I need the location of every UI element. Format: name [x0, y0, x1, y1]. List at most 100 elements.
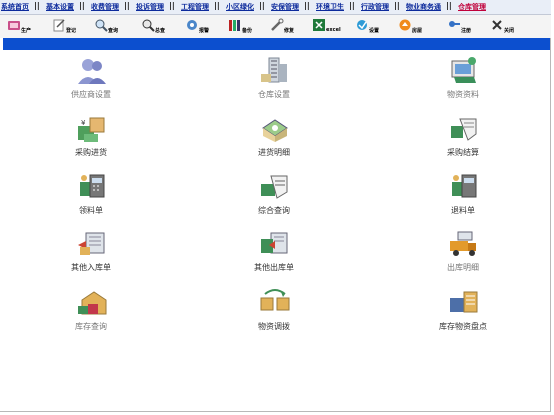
- module-label: 领料单: [79, 206, 103, 215]
- nav-separator: ||: [349, 1, 355, 10]
- house-icon: [398, 17, 412, 31]
- module-return-material[interactable]: 退料单: [418, 172, 508, 220]
- stocktake-icon: [448, 288, 480, 318]
- toolbar-button-11[interactable]: 注册: [447, 17, 483, 37]
- module-inventory-query[interactable]: 库存查询: [46, 288, 136, 336]
- toolbar-button-10[interactable]: 房屋: [398, 17, 434, 37]
- nav-item-11[interactable]: 仓库管理: [458, 2, 486, 12]
- nav-separator: ||: [446, 1, 452, 10]
- title-bar-strip: [3, 38, 550, 50]
- other-outbound-icon: [259, 229, 291, 259]
- toolbar-button-9[interactable]: 设置: [355, 17, 391, 37]
- toolbar-button-8[interactable]: excel: [312, 17, 348, 37]
- nav-item-7[interactable]: 安保管理: [271, 2, 299, 12]
- toolbar-button-label: 报警: [199, 28, 210, 34]
- module-purchase-settle[interactable]: 采购结算: [418, 114, 508, 162]
- toolbar-button-label: 查询: [108, 28, 119, 34]
- toolbar-button-3[interactable]: 查询: [94, 17, 130, 37]
- svg-text:¥: ¥: [81, 119, 86, 127]
- toolbar-button-label: 关闭: [504, 28, 515, 34]
- inventory-query-icon: [76, 288, 108, 318]
- nav-separator: ||: [79, 1, 85, 10]
- module-materials-folder[interactable]: 物资资料: [418, 56, 508, 104]
- toolbar-button-label: excel: [326, 27, 341, 33]
- outbound-detail-truck-icon: [448, 229, 480, 259]
- nav-separator: ||: [169, 1, 175, 10]
- module-stocktake[interactable]: 库存物资盘点: [418, 288, 508, 336]
- toolbar-button-label: 设置: [369, 28, 380, 34]
- module-label: 其他入库单: [71, 263, 111, 272]
- nav-separator: ||: [34, 1, 40, 10]
- toolbar-button-label: 修复: [284, 28, 295, 34]
- nav-item-10[interactable]: 物业商务通: [406, 2, 441, 12]
- module-warehouse-building[interactable]: 仓库设置: [229, 56, 319, 104]
- toolbar-button-5[interactable]: 报警: [185, 17, 221, 37]
- module-label: 采购结算: [447, 148, 479, 157]
- production-icon: [7, 17, 21, 31]
- module-combined-query[interactable]: 综合查询: [229, 172, 319, 220]
- nav-item-3[interactable]: 收费管理: [91, 2, 119, 12]
- module-label: 库存物资盘点: [439, 322, 487, 331]
- toolbar: 生产 登记 查询 总查 报警 备份 修复 excel 设置 房屋 注册 关闭: [0, 15, 551, 38]
- toolbar-button-label: 备份: [242, 28, 253, 34]
- nav-separator: ||: [259, 1, 265, 10]
- module-label: 其他出库单: [254, 263, 294, 272]
- toolbar-button-label: 总查: [155, 28, 166, 34]
- return-material-icon: [448, 172, 480, 202]
- module-other-outbound[interactable]: 其他出库单: [229, 229, 319, 277]
- module-label: 采购进货: [75, 148, 107, 157]
- nav-item-6[interactable]: 小区绿化: [226, 2, 254, 12]
- supplier-users-icon: [76, 56, 108, 86]
- module-requisition[interactable]: 领料单: [46, 172, 136, 220]
- module-label: 物资资料: [447, 90, 479, 99]
- nav-item-4[interactable]: 投诉管理: [136, 2, 164, 12]
- toolbar-button-2[interactable]: 登记: [52, 17, 88, 37]
- toolbar-button-7[interactable]: 修复: [270, 17, 306, 37]
- global-search-icon: [141, 17, 155, 32]
- nav-separator: ||: [394, 1, 400, 10]
- purchase-detail-icon: [259, 114, 291, 144]
- settings-icon: [355, 17, 369, 31]
- close-icon: [490, 17, 504, 31]
- register-icon: [52, 17, 66, 32]
- purchase-goods-icon: ¥: [76, 114, 108, 144]
- warehouse-building-icon: [259, 56, 291, 86]
- toolbar-button-6[interactable]: 备份: [228, 17, 264, 37]
- query-icon: [94, 17, 108, 32]
- toolbar-button-label: 房屋: [412, 28, 423, 34]
- combined-query-icon: [259, 172, 291, 202]
- top-navigation: 系统首页 基本设置 收费管理 投诉管理 工程管理 小区绿化 安保管理 环境卫生 行政管理 物业商务…: [0, 0, 551, 15]
- nav-item-2[interactable]: 基本设置: [46, 2, 74, 12]
- nav-separator: ||: [214, 1, 220, 10]
- module-outbound-detail-truck[interactable]: 出库明细: [418, 229, 508, 277]
- excel-icon: [312, 17, 326, 31]
- module-other-inbound[interactable]: 其他入库单: [46, 229, 136, 277]
- requisition-icon: [76, 172, 108, 202]
- module-purchase-goods[interactable]: ¥ 采购进货: [46, 114, 136, 162]
- nav-item-1[interactable]: 系统首页: [1, 2, 29, 12]
- toolbar-button-label: 生产: [21, 28, 32, 34]
- nav-separator: ||: [124, 1, 130, 10]
- purchase-settle-icon: [448, 114, 480, 144]
- toolbar-button-4[interactable]: 总查: [141, 17, 177, 37]
- module-purchase-detail[interactable]: 进货明细: [229, 114, 319, 162]
- module-label: 退料单: [451, 206, 475, 215]
- nav-item-5[interactable]: 工程管理: [181, 2, 209, 12]
- nav-item-8[interactable]: 环境卫生: [316, 2, 344, 12]
- toolbar-button-label: 注册: [461, 28, 472, 34]
- toolbar-button-1[interactable]: 生产: [7, 17, 43, 37]
- other-inbound-icon: [76, 229, 108, 259]
- alarm-icon: [185, 17, 199, 31]
- module-supplier-users[interactable]: 供应商设置: [46, 56, 136, 104]
- backup-icon: [228, 17, 242, 31]
- module-label: 进货明细: [258, 148, 290, 157]
- nav-separator: ||: [304, 1, 310, 10]
- module-label: 出库明细: [447, 263, 479, 272]
- nav-item-9[interactable]: 行政管理: [361, 2, 389, 12]
- module-transfer[interactable]: 物资调拨: [229, 288, 319, 336]
- module-label: 库存查询: [75, 322, 107, 331]
- register-key-icon: [447, 17, 461, 31]
- module-label: 仓库设置: [258, 90, 290, 99]
- toolbar-button-12[interactable]: 关闭: [490, 17, 526, 37]
- module-label: 物资调拨: [258, 322, 290, 331]
